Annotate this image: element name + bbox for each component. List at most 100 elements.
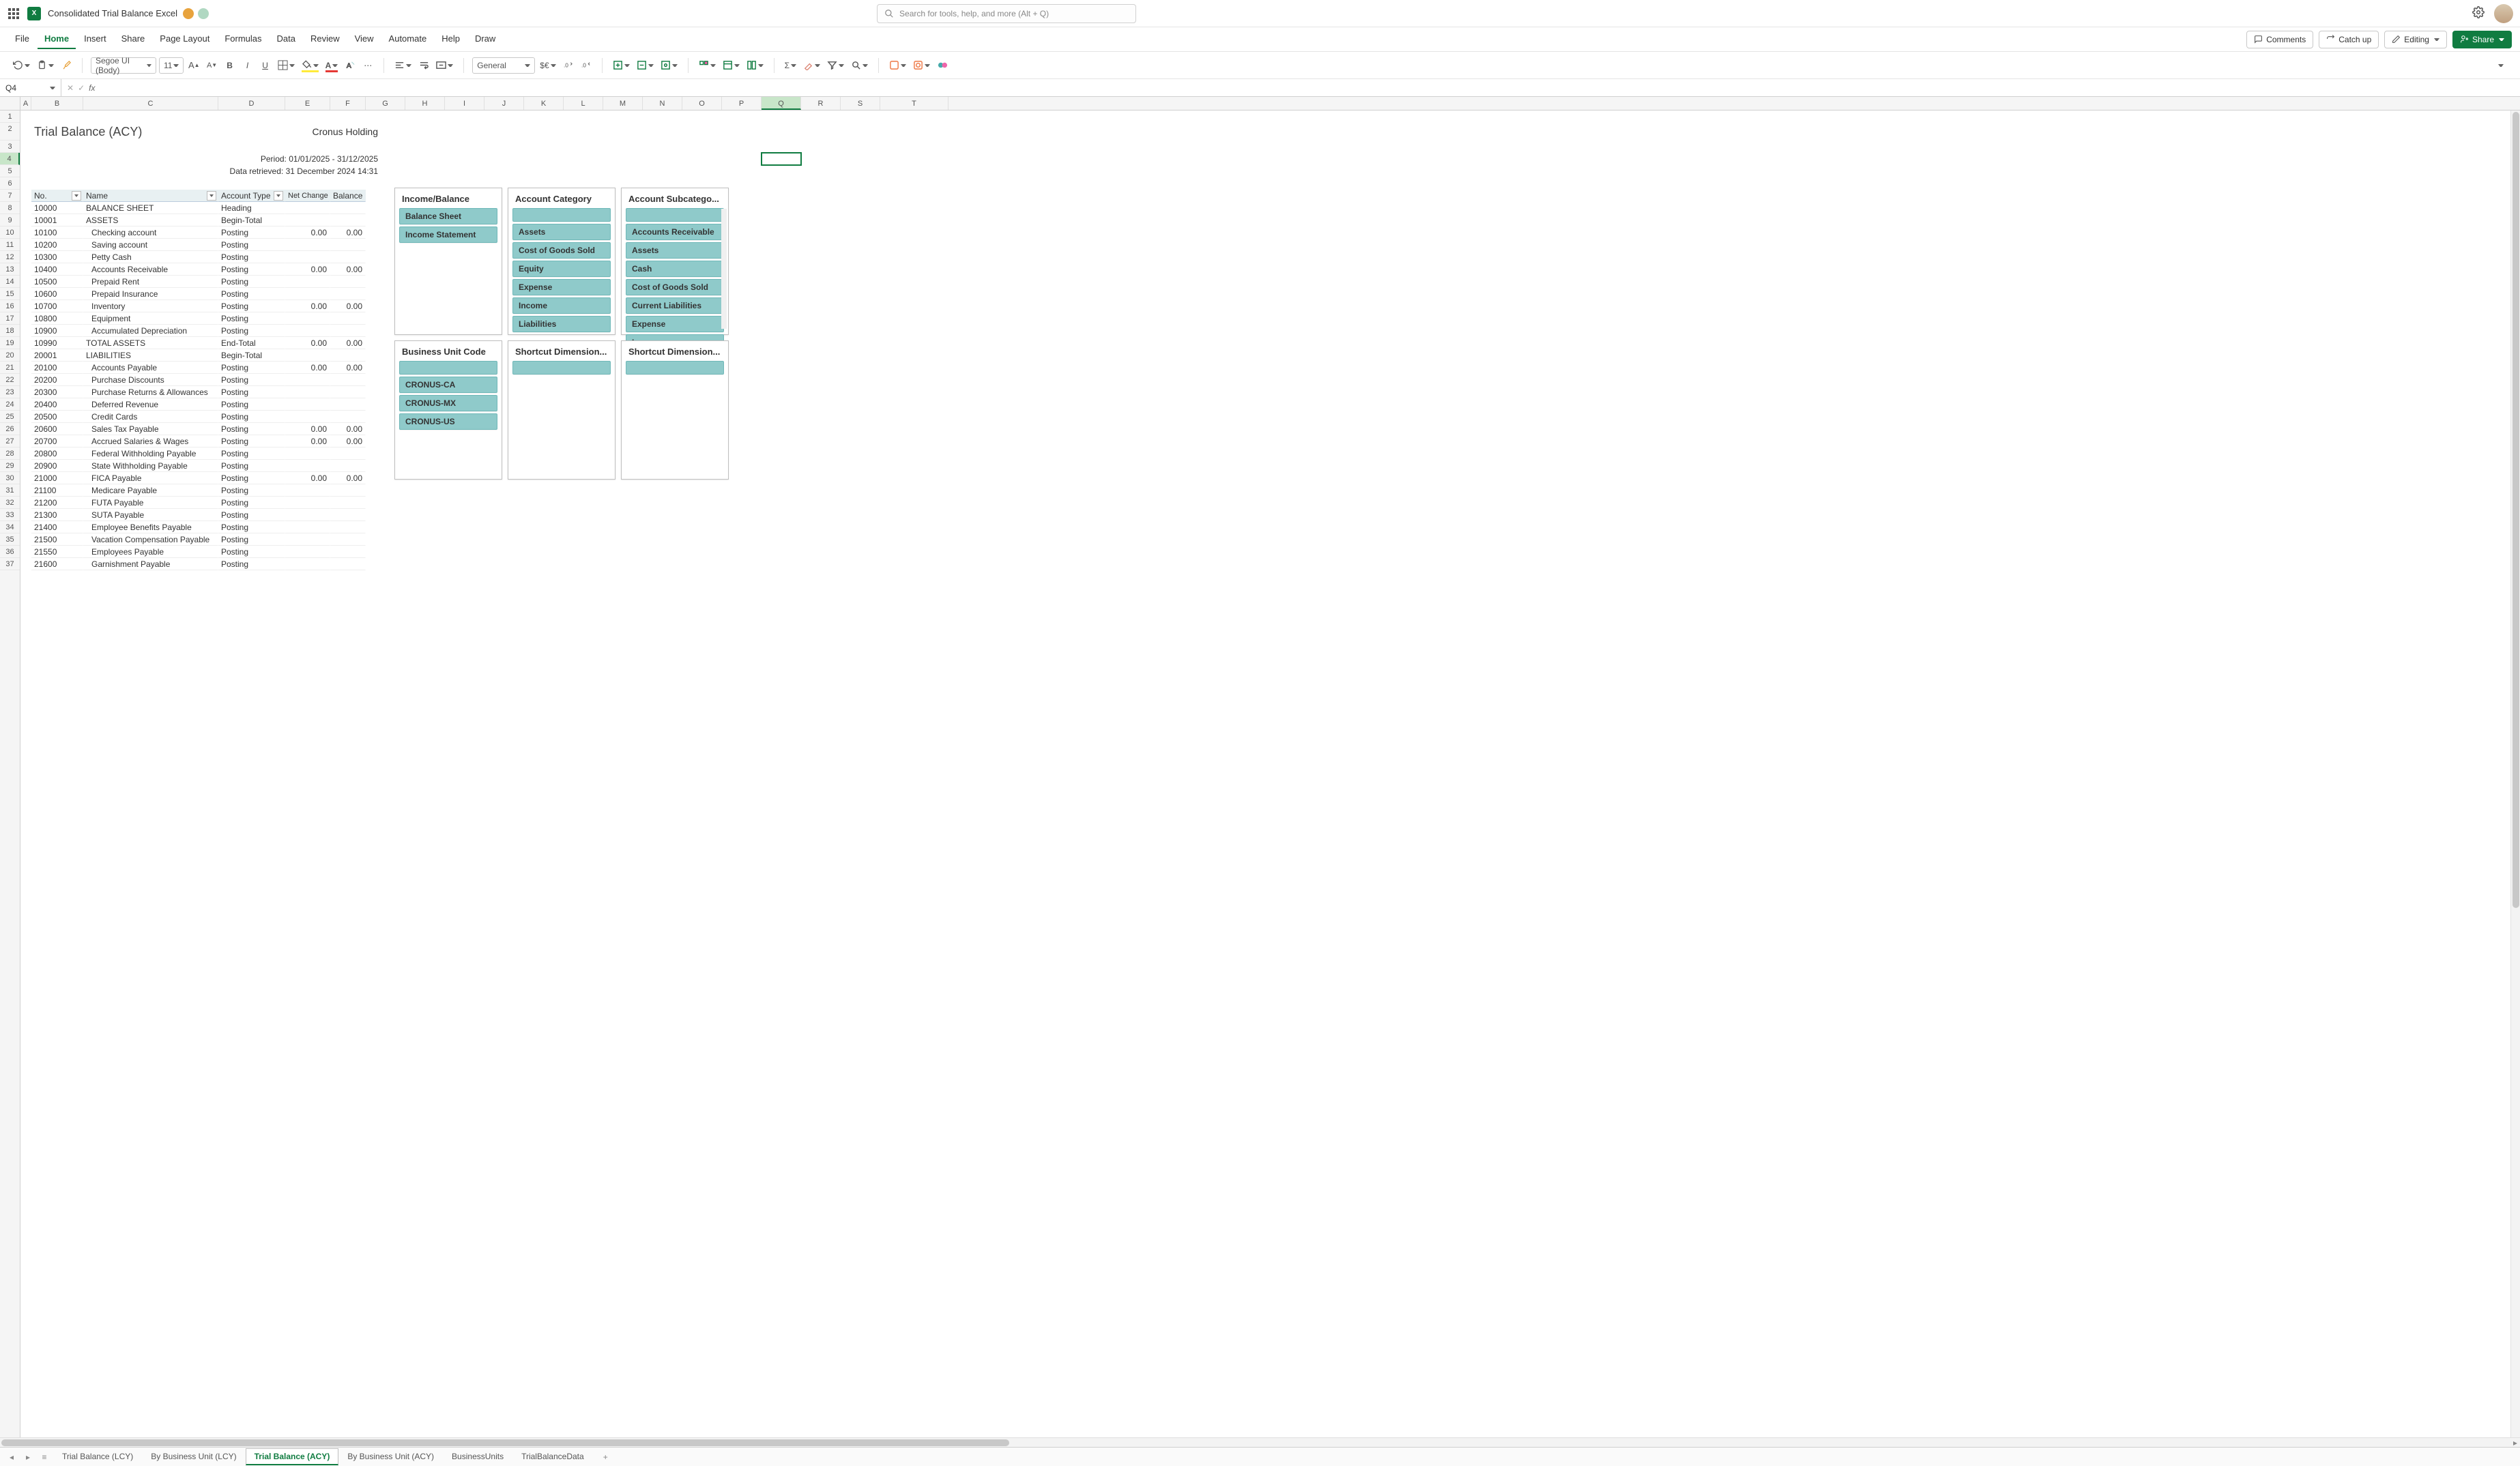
cell-A22[interactable] bbox=[20, 374, 31, 386]
cell-H4[interactable] bbox=[405, 153, 445, 165]
cell-T33[interactable] bbox=[880, 509, 948, 521]
accept-formula-button[interactable]: ✓ bbox=[78, 83, 85, 93]
cell-Q3[interactable] bbox=[762, 141, 801, 153]
cell-S34[interactable] bbox=[841, 521, 880, 533]
cell-K36[interactable] bbox=[524, 546, 564, 558]
menu-share[interactable]: Share bbox=[115, 29, 152, 49]
cell-C9[interactable]: ASSETS bbox=[83, 214, 218, 226]
cell-P1[interactable] bbox=[722, 111, 762, 123]
cell-J36[interactable] bbox=[484, 546, 524, 558]
cell-L2[interactable] bbox=[626, 123, 665, 141]
col-header-Q[interactable]: Q bbox=[762, 97, 801, 110]
cell-H1[interactable] bbox=[405, 111, 445, 123]
cell-J1[interactable] bbox=[484, 111, 524, 123]
col-header-A[interactable]: A bbox=[20, 97, 31, 110]
cell-H3[interactable] bbox=[405, 141, 445, 153]
cell-S13[interactable] bbox=[841, 263, 880, 276]
cell-A4[interactable] bbox=[20, 153, 31, 165]
cell-A9[interactable] bbox=[20, 214, 31, 226]
cell-S3[interactable] bbox=[841, 141, 880, 153]
scroll-right-button[interactable]: ▸ bbox=[2510, 1438, 2520, 1447]
cell-T36[interactable] bbox=[880, 546, 948, 558]
formula-input[interactable] bbox=[100, 79, 2520, 96]
menu-help[interactable]: Help bbox=[435, 29, 467, 49]
slicer-item[interactable]: Income Statement bbox=[399, 226, 497, 243]
cell-Q24[interactable] bbox=[762, 398, 801, 411]
settings-button[interactable] bbox=[2472, 6, 2485, 20]
cell-S15[interactable] bbox=[841, 288, 880, 300]
col-header-J[interactable]: J bbox=[484, 97, 524, 110]
slicer-3[interactable]: Business Unit CodeCRONUS-CACRONUS-MXCRON… bbox=[394, 340, 502, 480]
cell-D24[interactable]: Posting bbox=[218, 398, 285, 411]
row-header-8[interactable]: 8 bbox=[0, 202, 20, 214]
col-header-O[interactable]: O bbox=[682, 97, 722, 110]
wrap-text-button[interactable] bbox=[416, 57, 431, 74]
cell-S23[interactable] bbox=[841, 386, 880, 398]
row-header-31[interactable]: 31 bbox=[0, 484, 20, 497]
cell-A23[interactable] bbox=[20, 386, 31, 398]
cell-Q35[interactable] bbox=[762, 533, 801, 546]
cell-R6[interactable] bbox=[801, 177, 841, 190]
cell-B9[interactable]: 10001 bbox=[31, 214, 83, 226]
cell-S31[interactable] bbox=[841, 484, 880, 497]
col-header-S[interactable]: S bbox=[841, 97, 880, 110]
cell-R7[interactable] bbox=[801, 190, 841, 202]
cell-G34[interactable] bbox=[366, 521, 405, 533]
cell-L31[interactable] bbox=[564, 484, 603, 497]
sheet-tab-1[interactable]: By Business Unit (LCY) bbox=[142, 1448, 245, 1465]
cell-T29[interactable] bbox=[880, 460, 948, 472]
cell-I34[interactable] bbox=[445, 521, 484, 533]
cell-A33[interactable] bbox=[20, 509, 31, 521]
vertical-scrollbar[interactable] bbox=[2510, 111, 2520, 1437]
cell-Q37[interactable] bbox=[762, 558, 801, 570]
catchup-button[interactable]: Catch up bbox=[2319, 31, 2379, 48]
cell-A27[interactable] bbox=[20, 435, 31, 448]
autosum-button[interactable]: Σ bbox=[783, 57, 798, 74]
cell-T34[interactable] bbox=[880, 521, 948, 533]
cell-F27[interactable]: 0.00 bbox=[330, 435, 366, 448]
cell-N31[interactable] bbox=[643, 484, 682, 497]
cell-D25[interactable]: Posting bbox=[218, 411, 285, 423]
cell-Q14[interactable] bbox=[762, 276, 801, 288]
cell-G35[interactable] bbox=[366, 533, 405, 546]
share-button[interactable]: Share bbox=[2452, 31, 2512, 48]
row-header-13[interactable]: 13 bbox=[0, 263, 20, 276]
cell-R26[interactable] bbox=[801, 423, 841, 435]
cell-S26[interactable] bbox=[841, 423, 880, 435]
cell-R17[interactable] bbox=[801, 312, 841, 325]
cell-N33[interactable] bbox=[643, 509, 682, 521]
cell-F32[interactable] bbox=[330, 497, 366, 509]
cell-R29[interactable] bbox=[801, 460, 841, 472]
col-header-N[interactable]: N bbox=[643, 97, 682, 110]
cell-M32[interactable] bbox=[603, 497, 643, 509]
col-header-M[interactable]: M bbox=[603, 97, 643, 110]
cell-R9[interactable] bbox=[801, 214, 841, 226]
menu-insert[interactable]: Insert bbox=[77, 29, 113, 49]
cell-S2[interactable] bbox=[903, 123, 942, 141]
cell-T19[interactable] bbox=[880, 337, 948, 349]
cell-S33[interactable] bbox=[841, 509, 880, 521]
cell-D23[interactable]: Posting bbox=[218, 386, 285, 398]
slicer-item[interactable]: Cost of Goods Sold bbox=[512, 242, 611, 259]
cell-E8[interactable] bbox=[285, 202, 330, 214]
cell-Q26[interactable] bbox=[762, 423, 801, 435]
row-header-18[interactable]: 18 bbox=[0, 325, 20, 337]
cell-I35[interactable] bbox=[445, 533, 484, 546]
row-header-19[interactable]: 19 bbox=[0, 337, 20, 349]
cell-C27[interactable]: Accrued Salaries & Wages bbox=[83, 435, 218, 448]
cell-F23[interactable] bbox=[330, 386, 366, 398]
cell-M35[interactable] bbox=[603, 533, 643, 546]
copilot-button[interactable] bbox=[935, 57, 950, 74]
cell-A3[interactable] bbox=[20, 141, 31, 153]
cell-C1[interactable] bbox=[83, 111, 218, 123]
cell-B12[interactable]: 10300 bbox=[31, 251, 83, 263]
cell-A20[interactable] bbox=[20, 349, 31, 362]
cell-L32[interactable] bbox=[564, 497, 603, 509]
clear-button[interactable] bbox=[801, 57, 822, 74]
cell-P34[interactable] bbox=[722, 521, 762, 533]
cell-T35[interactable] bbox=[880, 533, 948, 546]
cell-F6[interactable] bbox=[330, 177, 366, 190]
cell-S32[interactable] bbox=[841, 497, 880, 509]
cell-Q32[interactable] bbox=[762, 497, 801, 509]
cell-S29[interactable] bbox=[841, 460, 880, 472]
